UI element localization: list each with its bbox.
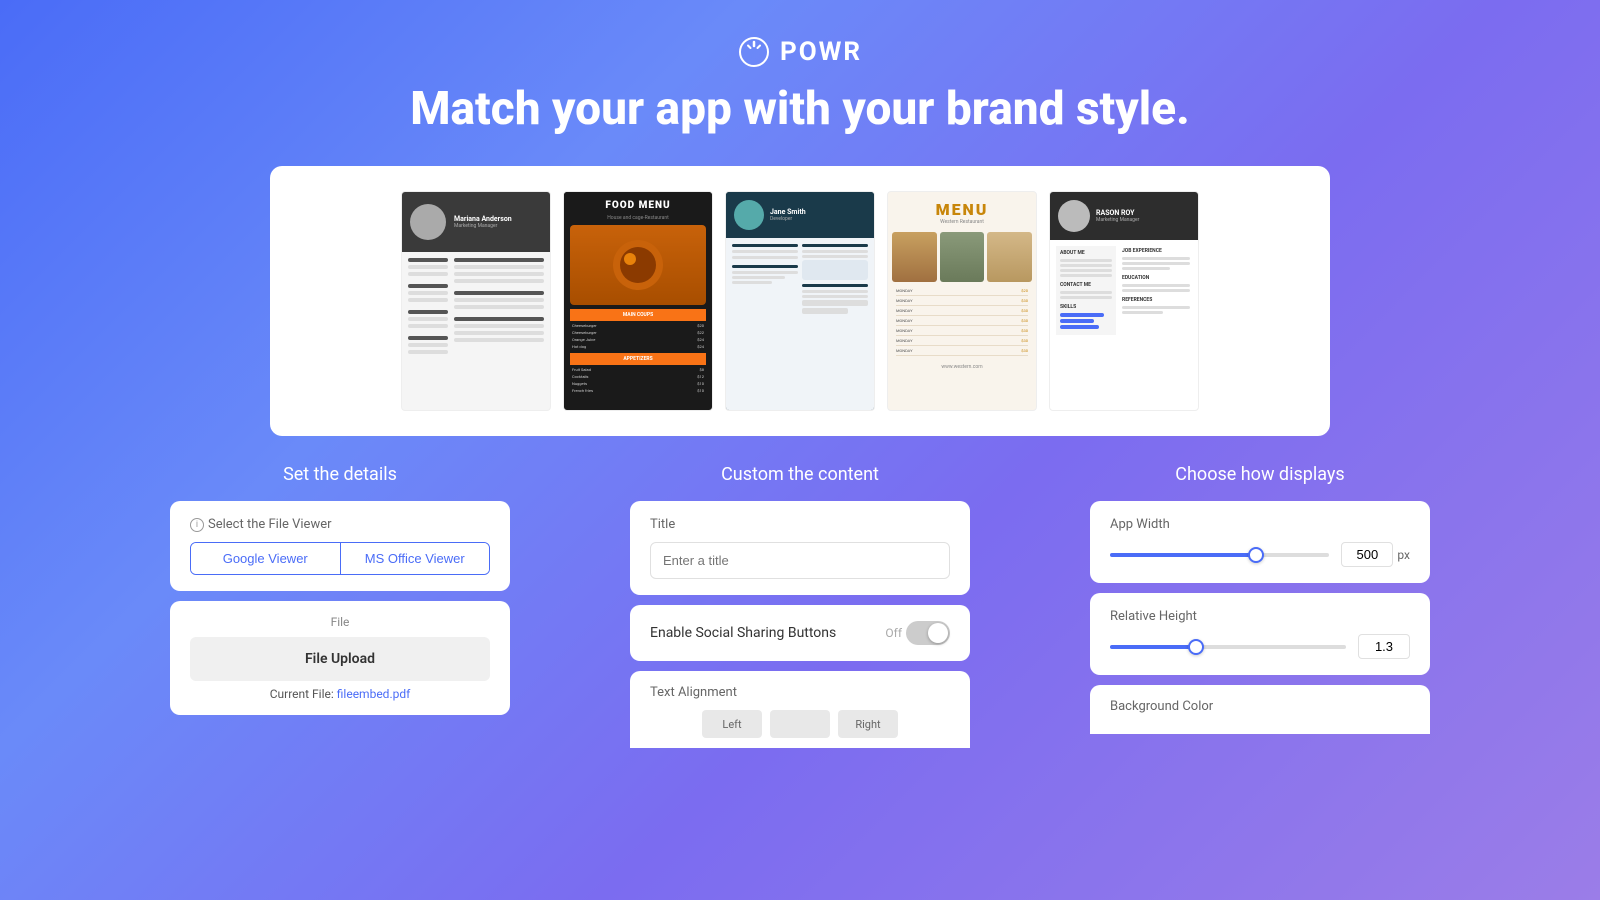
current-file-link[interactable]: fileembed.pdf [337,687,411,701]
logo-row: POWR [738,36,862,68]
column-right: Choose how displays App Width px Relativ… [1070,464,1450,748]
relative-height-card: Relative Height [1090,593,1430,675]
relative-height-label: Relative Height [1110,609,1410,624]
file-viewer-label: i Select the File Viewer [190,517,490,532]
toggle-off-text: Off [885,626,902,640]
title-card: Title [630,501,970,595]
relative-height-thumb[interactable] [1188,639,1204,655]
current-file: Current File: fileembed.pdf [190,687,490,701]
app-width-track[interactable] [1110,553,1329,557]
column-center: Custom the content Title Enable Social S… [610,464,990,748]
bottom-section: Set the details i Select the File Viewer… [0,436,1600,748]
align-right-btn[interactable]: Right [838,710,898,738]
carousel-item-1: Mariana Anderson Marketing Manager [401,191,551,411]
social-sharing-card: Enable Social Sharing Buttons Off [630,605,970,661]
social-sharing-label: Enable Social Sharing Buttons [650,625,836,641]
align-left-btn[interactable]: Left [702,710,762,738]
carousel-item-4: MENU Western Restaurant MONDAY$20 MONDAY… [887,191,1037,411]
hero-section: POWR Match your app with your brand styl… [0,0,1600,436]
background-color-card: Background Color [1090,685,1430,734]
toggle-container[interactable]: Off [885,621,950,645]
toggle-track[interactable] [906,621,950,645]
carousel-item-3: Jane Smith Developer [725,191,875,411]
column-left-title: Set the details [283,464,397,485]
relative-height-track[interactable] [1110,645,1346,649]
title-label: Title [650,517,950,532]
text-alignment-card: Text Alignment Left Right [630,671,970,748]
hero-title: Match your app with your brand style. [410,82,1190,136]
background-color-label: Background Color [1110,699,1410,714]
app-width-label: App Width [1110,517,1410,532]
app-width-input[interactable] [1341,542,1393,567]
file-label: File [190,615,490,629]
ms-office-viewer-btn[interactable]: MS Office Viewer [340,543,490,574]
column-right-title: Choose how displays [1175,464,1344,485]
app-width-card: App Width px [1090,501,1430,583]
file-viewer-card: i Select the File Viewer Google Viewer M… [170,501,510,591]
app-width-unit: px [1397,548,1410,562]
title-input[interactable] [650,542,950,579]
file-upload-card: File File Upload Current File: fileembed… [170,601,510,715]
relative-height-input[interactable] [1358,634,1410,659]
upload-area[interactable]: File Upload [190,637,490,681]
column-left: Set the details i Select the File Viewer… [150,464,530,748]
google-viewer-btn[interactable]: Google Viewer [191,543,340,574]
powr-logo-icon [738,36,770,68]
column-center-title: Custom the content [721,464,879,485]
toggle-thumb [928,623,948,643]
viewer-btn-group: Google Viewer MS Office Viewer [190,542,490,575]
carousel-item-2: FOOD MENU House and cage-Restaurant MAIN… [563,191,713,411]
text-alignment-label: Text Alignment [650,685,950,700]
info-icon: i [190,518,204,532]
carousel-item-5: RASON ROY Marketing Manager ABOUT ME CON… [1049,191,1199,411]
carousel-wrapper: Mariana Anderson Marketing Manager [270,166,1330,436]
align-center-btn[interactable] [770,710,830,738]
app-width-thumb[interactable] [1248,547,1264,563]
logo-text: POWR [780,37,862,67]
